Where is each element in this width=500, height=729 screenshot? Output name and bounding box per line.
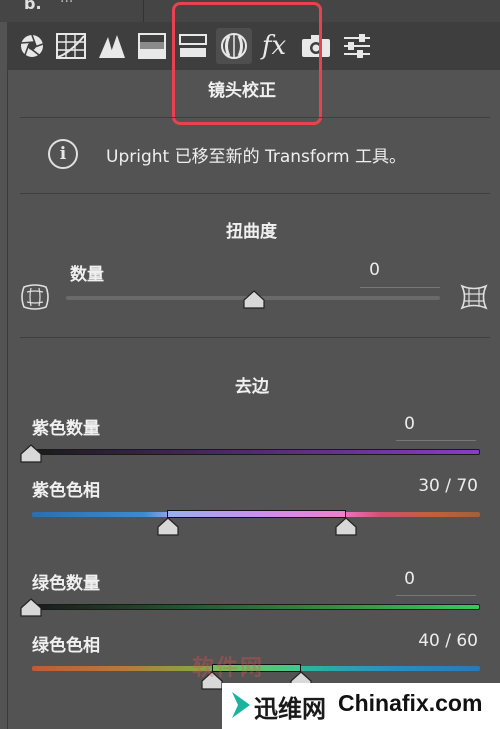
top-tab-name[interactable]: b. xyxy=(24,0,42,13)
watermark-logo-cn: 迅维网 xyxy=(254,695,326,723)
tone-curve-grid-icon[interactable] xyxy=(53,28,89,64)
divider xyxy=(20,117,490,118)
info-icon: i xyxy=(48,139,78,169)
purple-amount-label: 紫色数量 xyxy=(32,419,100,439)
chinafix-arrow-icon xyxy=(230,690,252,724)
purple-amount-track[interactable] xyxy=(32,449,480,455)
pincushion-distortion-icon xyxy=(460,284,488,314)
top-tab-2[interactable]: ··· xyxy=(60,0,73,10)
watermark-logo-en: Chinafix.com xyxy=(338,690,483,716)
green-amount-track[interactable] xyxy=(32,604,480,610)
purple-hue-label: 紫色色相 xyxy=(32,481,100,501)
highlight-annotation-box xyxy=(172,2,322,125)
defringe-section-title: 去边 xyxy=(235,377,269,397)
divider xyxy=(20,337,490,338)
purple-amount-thumb[interactable] xyxy=(19,444,43,468)
divider xyxy=(20,193,490,194)
purple-hue-high-thumb[interactable] xyxy=(334,517,358,541)
purple-hue-low-thumb[interactable] xyxy=(156,517,180,541)
green-amount-value[interactable]: 0 xyxy=(360,569,415,589)
info-message: Upright 已移至新的 Transform 工具。 xyxy=(106,147,406,167)
top-tab-separator xyxy=(143,0,144,22)
purple-amount-value-underline xyxy=(396,440,476,441)
panel-left-border xyxy=(7,70,8,729)
hsl-icon[interactable] xyxy=(134,28,170,64)
green-amount-value-underline xyxy=(396,595,476,596)
watermark-logo: 迅维网 Chinafix.com xyxy=(222,683,500,729)
basic-aperture-icon[interactable] xyxy=(14,28,50,64)
green-amount-thumb[interactable] xyxy=(19,598,43,622)
green-hue-label: 绿色色相 xyxy=(32,636,100,656)
green-hue-value[interactable]: 40 / 60 xyxy=(380,631,478,651)
purple-hue-range[interactable] xyxy=(167,510,346,518)
detail-triangles-icon[interactable] xyxy=(94,28,130,64)
distortion-amount-label: 数量 xyxy=(70,265,104,285)
barrel-distortion-icon xyxy=(20,284,50,314)
distortion-section-title: 扭曲度 xyxy=(226,222,277,242)
distortion-amount-thumb[interactable] xyxy=(242,290,266,314)
purple-amount-value[interactable]: 0 xyxy=(360,414,415,434)
watermark-faded-text: 软件网 xyxy=(192,656,265,681)
purple-hue-value[interactable]: 30 / 70 xyxy=(380,476,478,496)
green-amount-label: 绿色数量 xyxy=(32,574,100,594)
distortion-amount-value[interactable]: 0 xyxy=(330,260,380,280)
distortion-value-underline xyxy=(360,287,440,288)
presets-sliders-icon[interactable] xyxy=(339,28,375,64)
